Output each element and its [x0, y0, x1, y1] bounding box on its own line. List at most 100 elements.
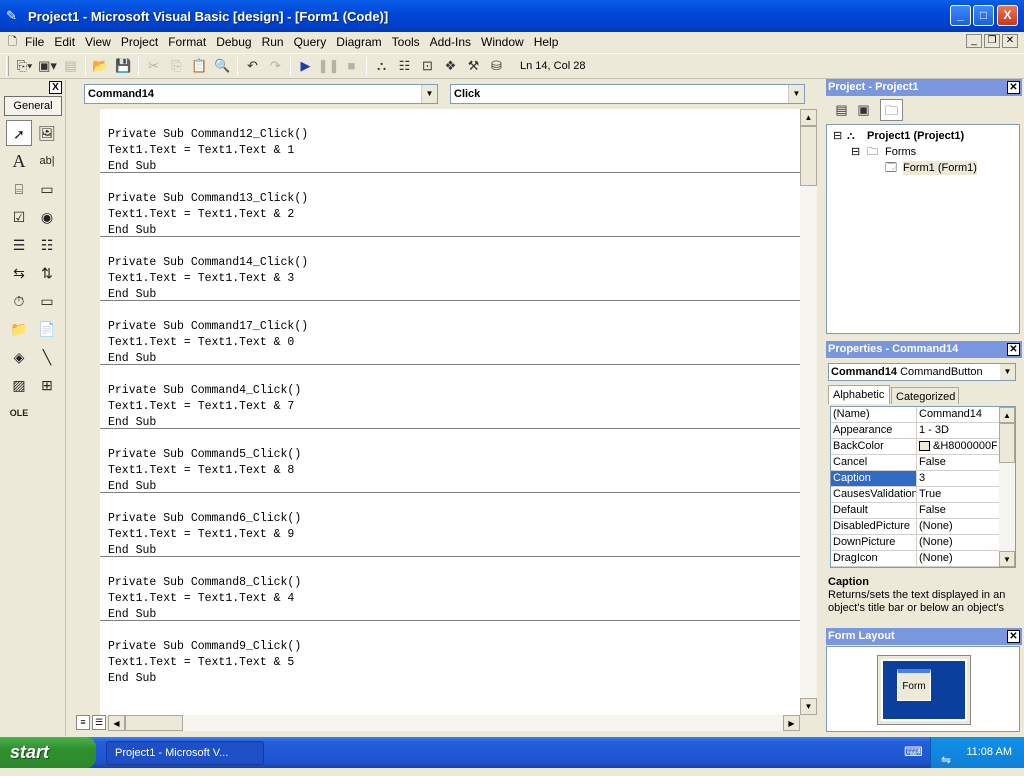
- break-icon[interactable]: ❚❚: [317, 55, 340, 77]
- commandbutton-icon[interactable]: ▭: [34, 176, 60, 202]
- mdi-close-button[interactable]: ✕: [1002, 34, 1018, 48]
- mdi-restore-button[interactable]: ❐: [984, 34, 1000, 48]
- save-project-icon[interactable]: 💾: [112, 55, 135, 77]
- project-close-button[interactable]: ✕: [1007, 81, 1020, 94]
- scroll-left-icon[interactable]: ◀: [108, 715, 125, 731]
- frame-icon[interactable]: ⌸: [6, 176, 32, 202]
- toolbar-grip[interactable]: [6, 56, 9, 76]
- tree-expander-icon[interactable]: ⊟: [851, 145, 860, 159]
- menu-debug[interactable]: Debug: [211, 32, 256, 52]
- vb-app-icon[interactable]: ✎: [6, 8, 22, 24]
- hscrollbar-icon[interactable]: ⇆: [6, 260, 32, 286]
- menu-window[interactable]: Window: [476, 32, 529, 52]
- copy-icon[interactable]: ⎘: [165, 55, 188, 77]
- data-icon[interactable]: ⊞: [34, 372, 60, 398]
- tab-categorized[interactable]: Categorized: [891, 387, 959, 404]
- property-row[interactable]: CausesValidation True: [831, 487, 1015, 503]
- project-explorer-icon[interactable]: ⛬: [370, 55, 393, 77]
- document-icon[interactable]: 🗋: [8, 33, 20, 52]
- chevron-down-icon[interactable]: ▼: [421, 85, 437, 103]
- start-button[interactable]: start: [0, 737, 96, 768]
- menu-diagram[interactable]: Diagram: [331, 32, 386, 52]
- dirlistbox-icon[interactable]: 📁: [6, 316, 32, 342]
- form-layout-close-button[interactable]: ✕: [1007, 630, 1020, 643]
- tree-forms-folder[interactable]: Forms: [885, 145, 916, 159]
- scroll-right-icon[interactable]: ▶: [783, 715, 800, 731]
- property-value[interactable]: False: [917, 455, 997, 470]
- property-value[interactable]: 3: [917, 471, 997, 486]
- cut-icon[interactable]: ✂: [142, 55, 165, 77]
- property-row[interactable]: DownPicture (None): [831, 535, 1015, 551]
- menu-editor-icon[interactable]: ▤: [59, 55, 82, 77]
- property-row[interactable]: Caption 3: [831, 471, 1015, 487]
- taskbar-item-vb[interactable]: Project1 - Microsoft V...: [106, 740, 264, 765]
- filelistbox-icon[interactable]: 📄: [34, 316, 60, 342]
- view-object-icon[interactable]: ▣: [852, 99, 875, 121]
- tree-form1[interactable]: Form1 (Form1): [903, 161, 977, 175]
- object-selector[interactable]: Command14 CommandButton ▼: [828, 363, 1016, 381]
- image-icon[interactable]: ▨: [6, 372, 32, 398]
- scroll-down-icon[interactable]: ▼: [800, 698, 817, 715]
- clock[interactable]: 11:08 AM: [966, 746, 1012, 758]
- property-row[interactable]: DisabledPicture (None): [831, 519, 1015, 535]
- redo-icon[interactable]: ↷: [264, 55, 287, 77]
- form-position-box[interactable]: Form: [897, 669, 931, 701]
- optionbutton-icon[interactable]: ◉: [34, 204, 60, 230]
- object-combo[interactable]: Command14 ▼: [84, 84, 438, 104]
- form-layout-icon[interactable]: ⊡: [416, 55, 439, 77]
- mdi-minimize-button[interactable]: _: [966, 34, 982, 48]
- menu-tools[interactable]: Tools: [387, 32, 425, 52]
- procedure-view-icon[interactable]: ≡: [76, 715, 90, 730]
- code-margin[interactable]: [74, 109, 100, 715]
- listbox-icon[interactable]: ☷: [34, 232, 60, 258]
- code-editor[interactable]: Private Sub Command12_Click() Text1.Text …: [100, 109, 800, 715]
- menu-format[interactable]: Format: [163, 32, 211, 52]
- property-row[interactable]: (Name) Command14: [831, 407, 1015, 423]
- property-value[interactable]: Command14: [917, 407, 997, 422]
- property-value[interactable]: 1 - 3D: [917, 423, 997, 438]
- data-view-icon[interactable]: ⛁: [485, 55, 508, 77]
- view-code-icon[interactable]: ▤: [830, 99, 853, 121]
- object-browser-icon[interactable]: ❖: [439, 55, 462, 77]
- vscrollbar-icon[interactable]: ⇅: [34, 260, 60, 286]
- maximize-button[interactable]: □: [973, 5, 994, 26]
- property-value[interactable]: True: [917, 487, 997, 502]
- scroll-up-icon[interactable]: ▲: [800, 109, 817, 126]
- properties-close-button[interactable]: ✕: [1007, 343, 1020, 356]
- menu-run[interactable]: Run: [257, 32, 289, 52]
- keyboard-icon[interactable]: ⌨: [904, 744, 923, 760]
- tree-expander-icon[interactable]: ⊟: [833, 129, 842, 143]
- add-project-icon[interactable]: ⎘▾: [13, 55, 36, 77]
- properties-scrollbar[interactable]: ▲ ▼: [999, 407, 1015, 567]
- vertical-scroll-thumb[interactable]: [800, 126, 817, 186]
- menu-edit[interactable]: Edit: [49, 32, 80, 52]
- end-icon[interactable]: ■: [340, 55, 363, 77]
- menu-add-ins[interactable]: Add-Ins: [425, 32, 476, 52]
- property-row[interactable]: DragIcon (None): [831, 551, 1015, 567]
- property-value[interactable]: (None): [917, 519, 997, 534]
- chevron-down-icon[interactable]: ▼: [788, 85, 804, 103]
- menu-help[interactable]: Help: [529, 32, 564, 52]
- scroll-up-icon[interactable]: ▲: [999, 407, 1015, 423]
- toolbox-close-button[interactable]: X: [49, 81, 62, 94]
- minimize-button[interactable]: _: [950, 5, 971, 26]
- properties-scroll-thumb[interactable]: [999, 423, 1015, 463]
- timer-icon[interactable]: ⏱: [6, 288, 32, 314]
- toolbox-tab-general[interactable]: General: [4, 96, 62, 116]
- shape-icon[interactable]: ◈: [6, 344, 32, 370]
- vertical-scrollbar[interactable]: ▲ ▼: [800, 109, 817, 715]
- horizontal-scroll-thumb[interactable]: [125, 715, 183, 731]
- drivelistbox-icon[interactable]: ▭: [34, 288, 60, 314]
- property-value[interactable]: (None): [917, 551, 997, 566]
- start-icon[interactable]: ▶: [294, 55, 317, 77]
- property-row[interactable]: Cancel False: [831, 455, 1015, 471]
- menu-project[interactable]: Project: [116, 32, 163, 52]
- tab-alphabetic[interactable]: Alphabetic: [828, 385, 890, 404]
- undo-icon[interactable]: ↶: [241, 55, 264, 77]
- tree-project-root[interactable]: Project1 (Project1): [867, 129, 964, 143]
- textbox-icon[interactable]: ab|: [34, 148, 60, 174]
- horizontal-scrollbar[interactable]: ◀ ▶: [108, 715, 800, 731]
- scroll-down-icon[interactable]: ▼: [999, 551, 1015, 567]
- full-module-view-icon[interactable]: ☰: [92, 715, 106, 730]
- toolbox-icon[interactable]: ⚒: [462, 55, 485, 77]
